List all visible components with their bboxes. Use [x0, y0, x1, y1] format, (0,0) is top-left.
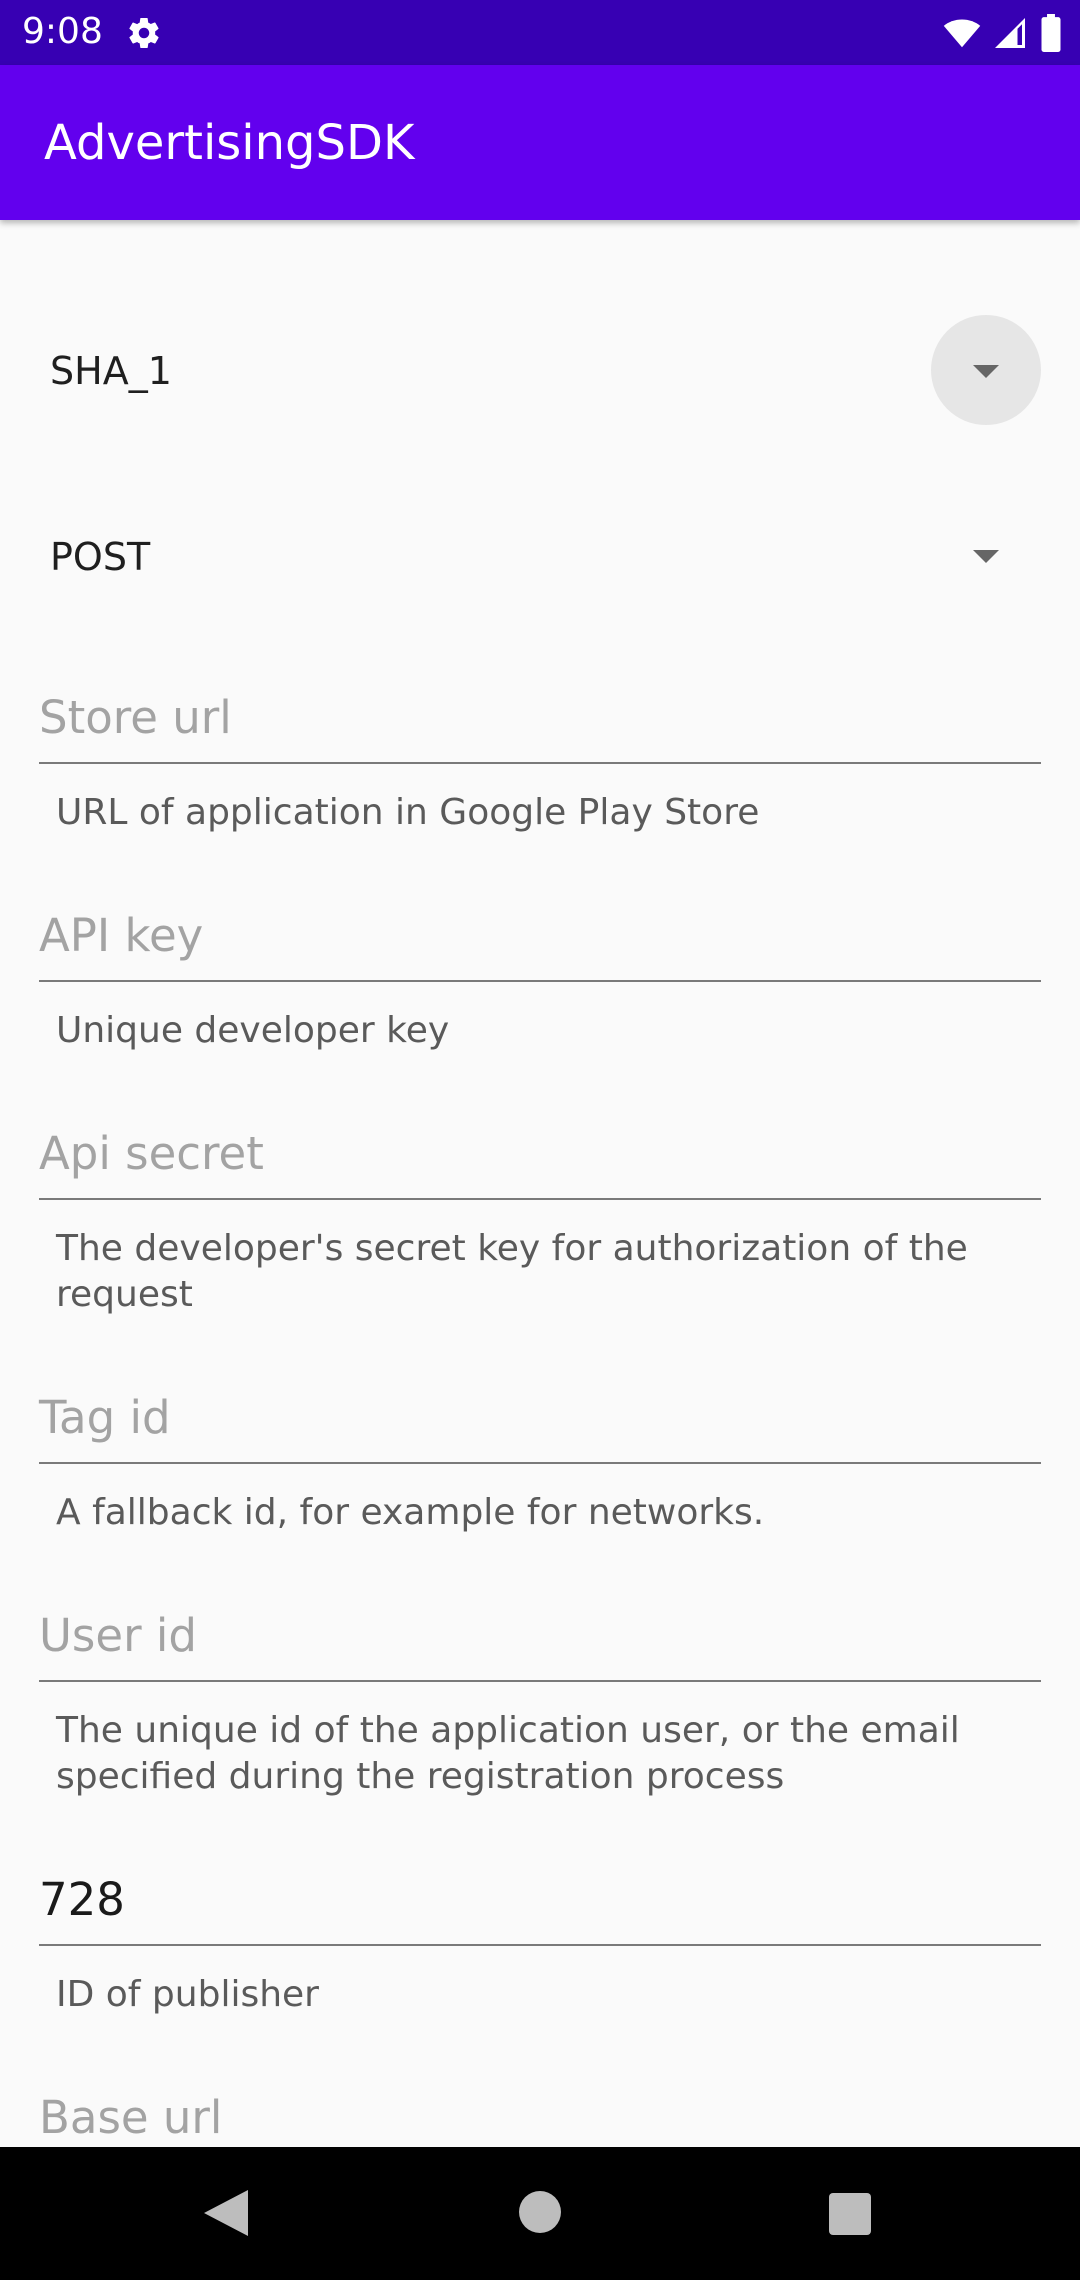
api-key-helper: Unique developer key — [56, 1010, 450, 1051]
http-method-value: POST — [50, 535, 151, 579]
user-id-input[interactable]: User id — [39, 1608, 197, 1664]
signal-icon — [995, 18, 1025, 48]
api-secret-underline — [39, 1198, 1041, 1200]
status-icons — [942, 14, 1062, 52]
user-id-helper: The unique id of the application user, o… — [56, 1710, 960, 1797]
gear-icon — [129, 18, 159, 49]
navigation-bar — [0, 2147, 1080, 2280]
api-secret-helper: The developer's secret key for authoriza… — [56, 1228, 968, 1315]
api-key-underline — [39, 980, 1041, 982]
publisher-id-input[interactable]: 728 — [39, 1872, 125, 1928]
http-method-spinner[interactable]: POST — [0, 491, 1080, 621]
publisher-id-helper: ID of publisher — [56, 1974, 319, 2015]
home-icon[interactable] — [519, 2191, 561, 2233]
user-id-underline — [39, 1680, 1041, 1682]
base-url-input[interactable]: Base url — [39, 2090, 222, 2146]
status-time: 9:08 — [22, 11, 103, 52]
tag-id-underline — [39, 1462, 1041, 1464]
battery-icon — [1041, 14, 1061, 52]
api-secret-input[interactable]: Api secret — [39, 1126, 264, 1182]
app-bar: AdvertisingSDK — [0, 65, 1080, 220]
store-url-input[interactable]: Store url — [39, 690, 232, 746]
status-bar: 9:08 — [0, 0, 1080, 65]
tag-id-input[interactable]: Tag id — [39, 1390, 171, 1446]
dropdown-arrow-icon — [973, 365, 999, 378]
app-title: AdvertisingSDK — [44, 115, 415, 171]
store-url-helper: URL of application in Google Play Store — [56, 792, 760, 833]
recents-icon[interactable] — [829, 2193, 871, 2235]
api-key-input[interactable]: API key — [39, 908, 203, 964]
hash-algorithm-spinner[interactable]: SHA_1 — [0, 306, 1080, 436]
hash-algorithm-value: SHA_1 — [50, 349, 172, 393]
store-url-underline — [39, 762, 1041, 764]
back-icon[interactable] — [204, 2190, 248, 2236]
publisher-id-underline — [39, 1944, 1041, 1946]
tag-id-helper: A fallback id, for example for networks. — [56, 1492, 765, 1533]
dropdown-arrow-icon — [973, 550, 999, 563]
wifi-icon — [943, 19, 981, 48]
